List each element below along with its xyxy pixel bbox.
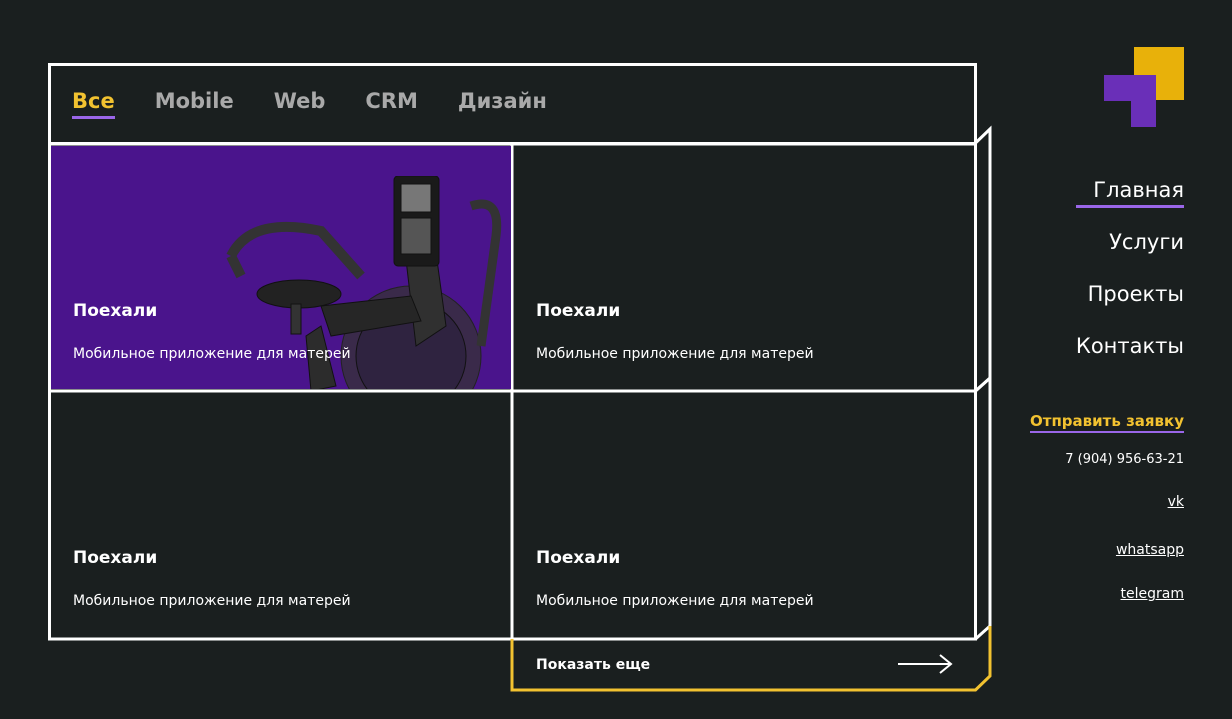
card-title: Поехали [73,301,158,321]
tab-web[interactable]: Web [274,89,326,119]
card-title: Поехали [536,548,621,568]
card-subtitle: Мобильное приложение для матерей [73,593,351,609]
main-nav: Главная Услуги Проекты Контакты [1075,178,1185,386]
project-card[interactable]: Поехали Мобильное приложение для матерей [51,146,511,389]
project-card[interactable]: Поехали Мобильное приложение для матерей [51,393,511,637]
tab-crm[interactable]: CRM [365,89,417,119]
tab-mobile[interactable]: Mobile [155,89,234,119]
whatsapp-link[interactable]: whatsapp [1116,542,1184,558]
card-title: Поехали [536,301,621,321]
card-subtitle: Мобильное приложение для матерей [536,346,814,362]
project-card[interactable]: Поехали Мобильное приложение для матерей [514,146,974,389]
show-more-label: Показать еще [536,657,651,673]
category-tabs: Все Mobile Web CRM Дизайн [72,89,587,119]
card-subtitle: Мобильное приложение для матерей [536,593,814,609]
tab-design[interactable]: Дизайн [458,89,547,119]
arrow-right-icon [898,654,953,674]
company-logo[interactable] [1104,47,1184,127]
nav-item-projects[interactable]: Проекты [1076,282,1184,306]
nav-item-services[interactable]: Услуги [1076,230,1184,254]
send-request-link[interactable]: Отправить заявку [1030,412,1184,433]
project-card[interactable]: Поехали Мобильное приложение для матерей [514,393,974,637]
card-title: Поехали [73,548,158,568]
card-subtitle: Мобильное приложение для матерей [73,346,351,362]
phone-number: 7 (904) 956-63-21 [1065,452,1184,467]
tab-all[interactable]: Все [72,89,115,119]
nav-item-contacts[interactable]: Контакты [1076,334,1184,358]
portfolio-frame: Все Mobile Web CRM Дизайн Поехали Мобиль… [48,63,992,692]
show-more-button[interactable]: Показать еще [514,640,976,691]
nav-item-home[interactable]: Главная [1075,178,1185,208]
telegram-link[interactable]: telegram [1121,586,1184,602]
vk-link[interactable]: vk [1168,494,1184,510]
